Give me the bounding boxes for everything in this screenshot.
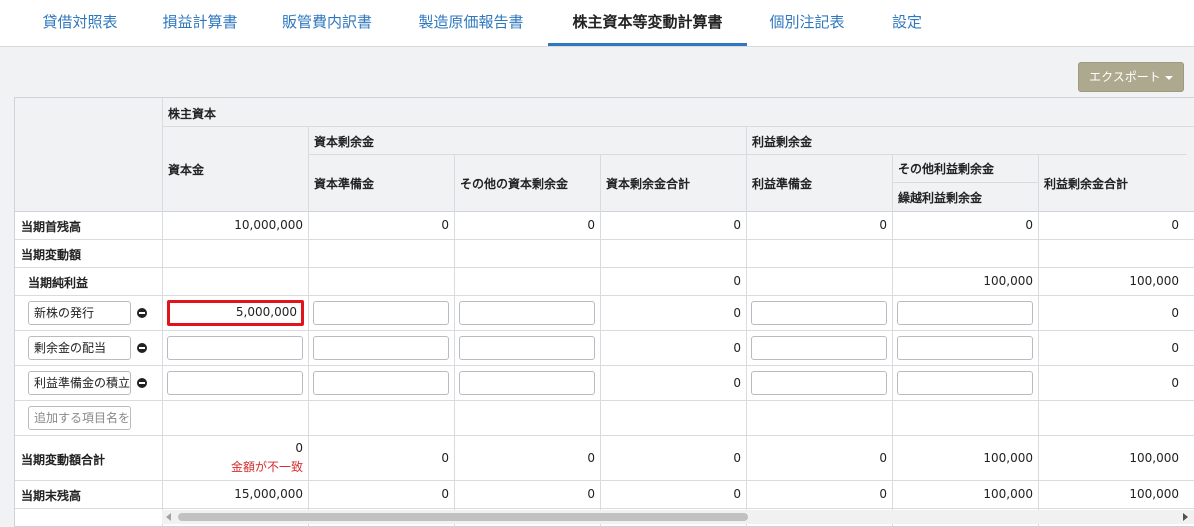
header-capital-surplus: 資本剰余金 — [314, 135, 375, 149]
export-label: エクスポート — [1089, 70, 1161, 84]
tab-notes[interactable]: 個別注記表 — [752, 0, 862, 46]
cell-value: 10,000,000 — [234, 218, 303, 232]
cell-value: 0 — [441, 451, 449, 465]
cell-value: 0 — [295, 441, 303, 455]
cell-value: 0 — [733, 451, 741, 465]
cell-value: 0 — [733, 218, 741, 232]
remove-row-icon[interactable] — [137, 343, 147, 353]
legal-reserve-input[interactable] — [751, 336, 887, 360]
header-capital-reserve: 資本準備金 — [314, 177, 375, 191]
add-item-name-input[interactable]: 追加する項目名を — [28, 406, 131, 430]
caret-down-icon — [1164, 75, 1173, 80]
cell-value: 0 — [879, 487, 887, 501]
cell-value: 0 — [1171, 218, 1179, 232]
remove-row-icon[interactable] — [137, 378, 147, 388]
equity-statement-table: 株主資本 資本金 資本剰余金 資本準備金 その他の資本剰余金 資本剰余金合計 利… — [14, 97, 1194, 527]
item-name-input[interactable]: 新株の発行 — [28, 301, 131, 325]
row-label-opening: 当期首残高 — [21, 220, 82, 234]
capital-amount-input[interactable] — [167, 336, 303, 360]
tab-manufacturing-cost[interactable]: 製造原価報告書 — [400, 0, 542, 46]
header-other-capital-surplus: その他の資本剰余金 — [460, 177, 569, 191]
horizontal-scrollbar[interactable] — [162, 510, 1194, 524]
header-retained-earnings-total: 利益剰余金合計 — [1044, 177, 1129, 191]
capital-amount-input[interactable] — [167, 371, 303, 395]
cell-value: 100,000 — [983, 274, 1033, 288]
row-label-net-income: 当期純利益 — [28, 276, 89, 290]
header-capital-surplus-total: 資本剰余金合計 — [606, 177, 691, 191]
cell-value: 0 — [1171, 376, 1179, 390]
scrollbar-thumb[interactable] — [178, 513, 748, 521]
cell-value: 0 — [733, 376, 741, 390]
cell-value: 0 — [587, 218, 595, 232]
legal-reserve-input[interactable] — [751, 371, 887, 395]
cell-value: 0 — [733, 341, 741, 355]
row-label-changes-total: 当期変動額合計 — [21, 453, 106, 467]
other-capital-surplus-input[interactable] — [459, 301, 595, 325]
cell-value: 0 — [879, 218, 887, 232]
cell-value: 0 — [733, 487, 741, 501]
cell-value: 0 — [733, 306, 741, 320]
tab-income-statement[interactable]: 損益計算書 — [140, 0, 260, 46]
cell-value: 0 — [1171, 341, 1179, 355]
retained-earnings-input[interactable] — [897, 336, 1033, 360]
scroll-right-icon[interactable] — [1183, 513, 1188, 521]
other-capital-surplus-input[interactable] — [459, 371, 595, 395]
remove-row-icon[interactable] — [137, 308, 147, 318]
cell-value: 100,000 — [1129, 274, 1179, 288]
cell-value: 0 — [1171, 306, 1179, 320]
header-retained-earnings: 利益剰余金 — [752, 135, 813, 149]
export-dropdown-button[interactable]: エクスポート — [1078, 62, 1184, 92]
other-capital-surplus-input[interactable] — [459, 336, 595, 360]
capital-amount-input[interactable]: 5,000,000 — [167, 300, 304, 326]
legal-reserve-input[interactable] — [751, 301, 887, 325]
cell-value: 15,000,000 — [234, 487, 303, 501]
retained-earnings-input[interactable] — [897, 301, 1033, 325]
tab-balance-sheet[interactable]: 貸借対照表 — [20, 0, 140, 46]
row-label-closing: 当期末残高 — [21, 489, 82, 503]
row-label-changes: 当期変動額 — [21, 248, 82, 262]
tab-settings[interactable]: 設定 — [872, 0, 942, 46]
capital-reserve-input[interactable] — [313, 336, 449, 360]
header-capital: 資本金 — [168, 163, 205, 177]
cell-value: 0 — [441, 218, 449, 232]
cell-value: 100,000 — [983, 487, 1033, 501]
amount-mismatch-warning: 金額が不一致 — [230, 460, 303, 474]
cell-value: 100,000 — [983, 451, 1033, 465]
tab-sga-breakdown[interactable]: 販管費内訳書 — [263, 0, 391, 46]
cell-value: 100,000 — [1129, 451, 1179, 465]
capital-reserve-input[interactable] — [313, 371, 449, 395]
report-tab-bar: 貸借対照表 損益計算書 販管費内訳書 製造原価報告書 株主資本等変動計算書 個別… — [0, 0, 1194, 47]
capital-reserve-input[interactable] — [313, 301, 449, 325]
header-legal-reserve: 利益準備金 — [752, 177, 813, 191]
cell-value: 0 — [1025, 218, 1033, 232]
header-shareholders-equity: 株主資本 — [168, 107, 217, 121]
tab-equity-statement[interactable]: 株主資本等変動計算書 — [548, 0, 747, 46]
cell-value: 100,000 — [1129, 487, 1179, 501]
cell-value: 0 — [733, 274, 741, 288]
header-other-retained-earnings: その他利益剰余金 — [898, 162, 995, 176]
retained-earnings-input[interactable] — [897, 371, 1033, 395]
header-retained-earnings-carried: 繰越利益剰余金 — [898, 191, 983, 205]
cell-value: 0 — [441, 487, 449, 501]
cell-value: 0 — [879, 451, 887, 465]
item-name-input[interactable]: 利益準備金の積立 — [28, 371, 131, 395]
item-name-input[interactable]: 剰余金の配当 — [28, 336, 131, 360]
cell-value: 0 — [587, 487, 595, 501]
cell-value: 0 — [587, 451, 595, 465]
scroll-left-icon[interactable] — [166, 513, 171, 521]
